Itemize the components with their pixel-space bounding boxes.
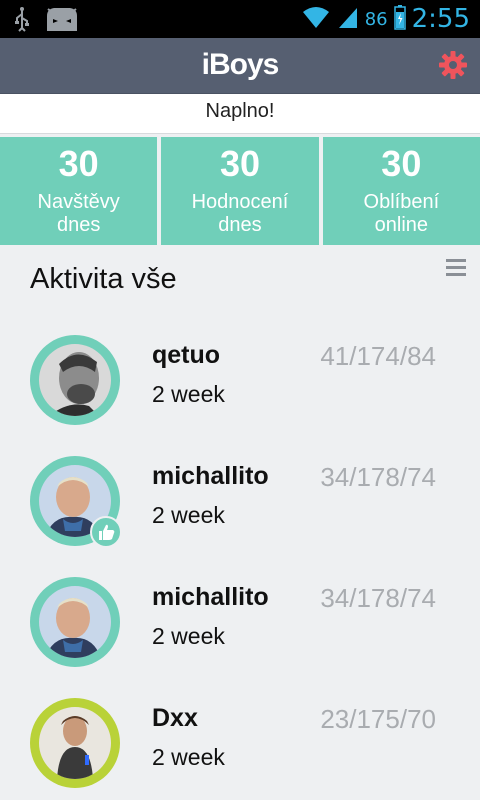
stat-label-line2: dnes xyxy=(56,214,101,236)
list-item[interactable]: qetuo 2 week 41/174/84 xyxy=(0,335,480,456)
activity-time: 2 week xyxy=(152,381,225,407)
avatar[interactable] xyxy=(30,698,120,788)
user-name: qetuo xyxy=(152,341,221,369)
stat-favorites[interactable]: 30 Oblíbení online xyxy=(322,137,480,245)
stat-label-line1: Oblíbení xyxy=(363,191,440,213)
user-name: Dxx xyxy=(152,704,198,732)
section-title: Aktivita vše xyxy=(30,263,177,295)
list-item[interactable]: michallito 2 week 34/178/74 xyxy=(0,456,480,577)
battery-icon xyxy=(393,4,406,34)
usb-icon xyxy=(14,6,30,36)
user-stats: 34/178/74 xyxy=(320,583,436,613)
avatar[interactable] xyxy=(30,335,120,425)
app-screen: iBoys Naplno! 30 Navštěvy dnes 30 Hodnoc… xyxy=(0,38,480,800)
stat-label: Navštěvy dnes xyxy=(0,185,157,237)
activity-time: 2 week xyxy=(152,744,225,770)
stats-row: 30 Navštěvy dnes 30 Hodnocení dnes 30 Ob… xyxy=(0,137,480,245)
activity-section: Aktivita vše qetuo 2 week 41/174/84 mich… xyxy=(0,245,480,800)
activity-list: qetuo 2 week 41/174/84 michallito 2 week… xyxy=(0,335,480,800)
avatar[interactable] xyxy=(30,577,120,667)
stat-value: 30 xyxy=(219,143,261,184)
user-stats: 34/178/74 xyxy=(320,462,436,492)
menu-icon xyxy=(446,259,466,262)
clock: 2:55 xyxy=(411,4,470,34)
android-debug-icon xyxy=(44,6,80,36)
battery-percent: 86 xyxy=(364,8,388,30)
settings-button[interactable] xyxy=(438,50,468,80)
app-header: iBoys xyxy=(0,38,480,94)
user-stats: 41/174/84 xyxy=(320,341,436,371)
activity-time: 2 week xyxy=(152,623,225,649)
user-name: michallito xyxy=(152,462,269,490)
stat-value: 30 xyxy=(381,143,422,184)
list-item[interactable]: michallito 2 week 34/178/74 xyxy=(0,577,480,698)
stat-visits[interactable]: 30 Navštěvy dnes xyxy=(0,137,158,245)
menu-button[interactable] xyxy=(446,259,466,279)
user-stats: 23/175/70 xyxy=(320,704,436,734)
signal-icon xyxy=(337,4,359,34)
stat-label: Hodnocení dnes xyxy=(161,185,318,237)
stat-value: 30 xyxy=(58,143,99,184)
app-title: iBoys xyxy=(201,48,280,81)
user-name: michallito xyxy=(152,583,269,611)
gear-icon xyxy=(439,51,467,79)
activity-time: 2 week xyxy=(152,502,225,528)
status-bar: 86 2:55 xyxy=(0,0,480,38)
status-banner: Naplno! xyxy=(0,94,480,134)
thumbs-up-icon xyxy=(99,524,115,540)
stat-label-line2: online xyxy=(374,214,429,236)
list-item[interactable]: Dxx 2 week 23/175/70 xyxy=(0,698,480,800)
like-badge xyxy=(90,516,122,548)
stat-label: Oblíbení online xyxy=(323,185,480,237)
stat-label-line1: Navštěvy xyxy=(37,191,120,213)
stat-label-line2: dnes xyxy=(218,214,262,236)
wifi-icon xyxy=(301,4,331,34)
stat-label-line1: Hodnocení xyxy=(191,191,289,213)
stat-ratings[interactable]: 30 Hodnocení dnes xyxy=(161,137,319,245)
